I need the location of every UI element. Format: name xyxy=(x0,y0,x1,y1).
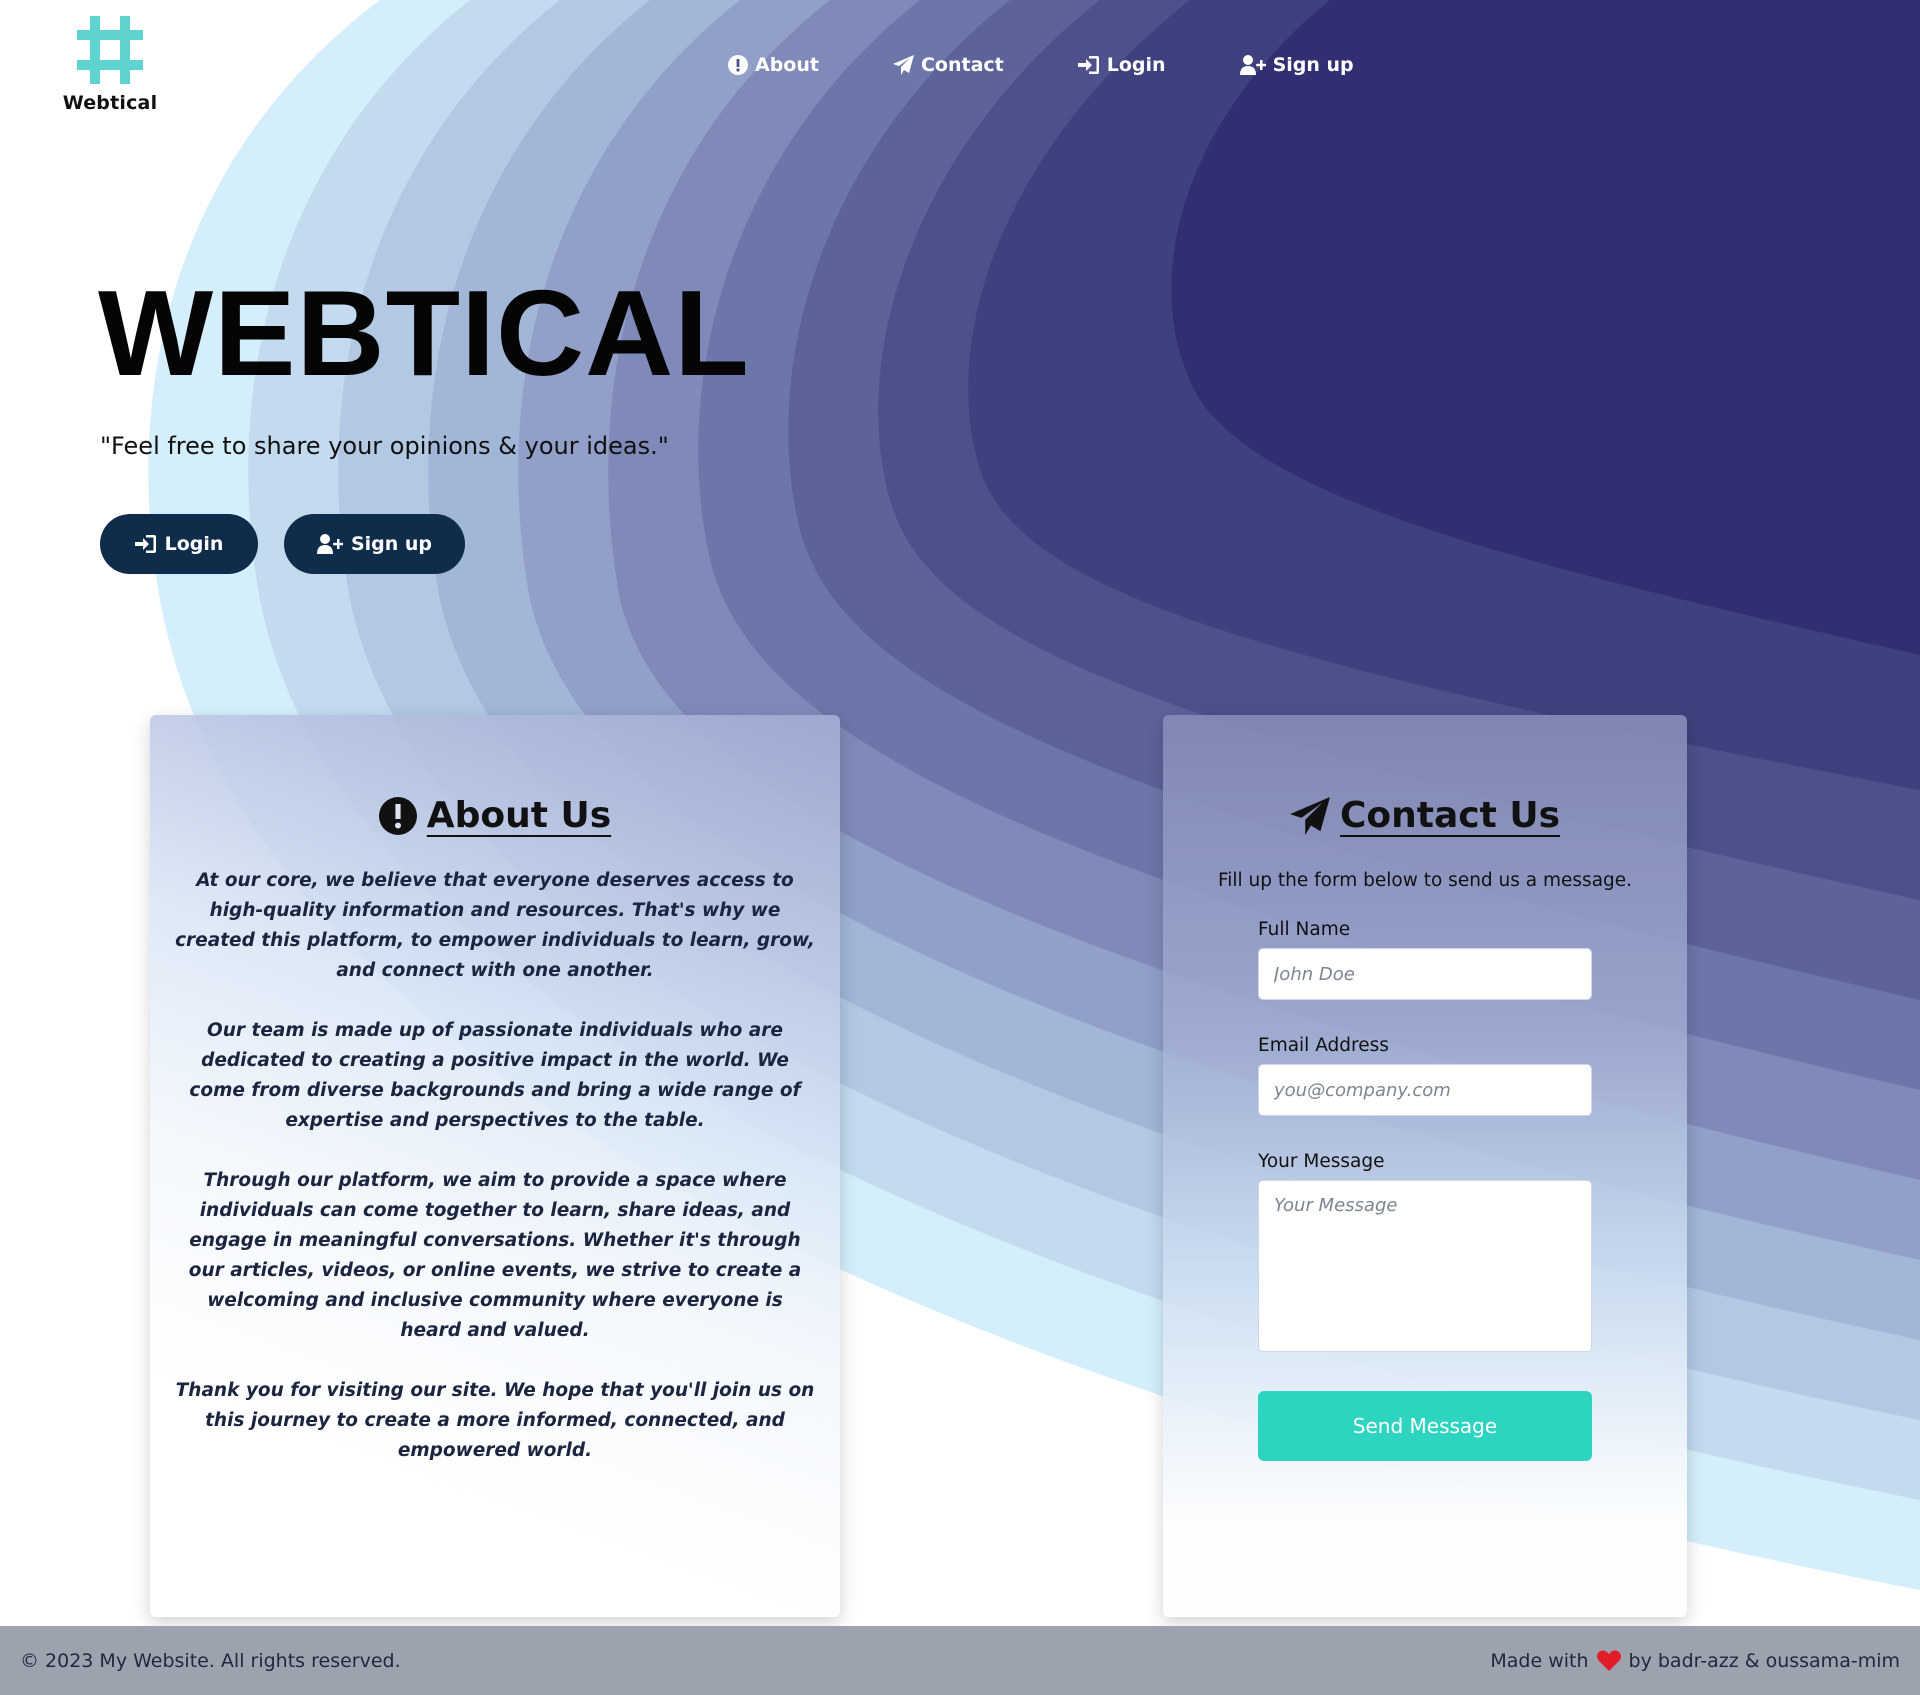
footer-credits: Made with by badr-azz & oussama-mim xyxy=(1490,1650,1900,1672)
paper-plane-icon xyxy=(1290,796,1330,835)
about-body: At our core, we believe that everyone de… xyxy=(150,866,840,1466)
full-name-label: Full Name xyxy=(1258,919,1351,940)
footer-copyright: © 2023 My Website. All rights reserved. xyxy=(20,1649,401,1672)
nav-login-label: Login xyxy=(1106,54,1166,76)
hero-signup-label: Sign up xyxy=(350,533,433,555)
message-label: Your Message xyxy=(1258,1151,1385,1172)
about-paragraph: At our core, we believe that everyone de… xyxy=(175,870,815,981)
user-plus-icon xyxy=(316,534,343,554)
about-title: About Us xyxy=(426,795,612,836)
footer-authors: by badr-azz & oussama-mim xyxy=(1628,1649,1900,1672)
logo-text: Webtical xyxy=(62,92,158,114)
exclamation-circle-icon xyxy=(728,55,748,75)
paper-plane-icon xyxy=(892,55,914,75)
exclamation-circle-icon xyxy=(378,796,417,835)
nav-about[interactable]: About xyxy=(728,54,819,76)
footer: © 2023 My Website. All rights reserved. … xyxy=(0,1626,1920,1695)
full-name-input[interactable] xyxy=(1258,948,1592,1000)
message-textarea[interactable] xyxy=(1258,1180,1592,1352)
about-paragraph: Our team is made up of passionate indivi… xyxy=(189,1020,801,1131)
nav-signup[interactable]: Sign up xyxy=(1239,54,1354,76)
hero-signup-button[interactable]: Sign up xyxy=(284,514,465,574)
nav-contact-label: Contact xyxy=(920,54,1004,76)
login-icon xyxy=(1077,56,1099,74)
footer-made-with: Made with xyxy=(1490,1649,1589,1672)
heart-icon xyxy=(1596,1650,1621,1671)
contact-title: Contact Us xyxy=(1339,795,1561,836)
nav-login[interactable]: Login xyxy=(1077,54,1166,76)
nav-about-label: About xyxy=(755,54,819,76)
nav-signup-label: Sign up xyxy=(1272,54,1354,76)
email-label: Email Address xyxy=(1258,1035,1389,1056)
contact-card: Contact Us Fill up the form below to sen… xyxy=(1163,715,1687,1617)
nav-contact[interactable]: Contact xyxy=(892,54,1004,76)
contact-subtitle: Fill up the form below to send us a mess… xyxy=(1217,870,1633,891)
send-message-button[interactable]: Send Message xyxy=(1258,1391,1592,1461)
hero-login-button[interactable]: Login xyxy=(100,514,258,574)
about-heading: About Us xyxy=(150,795,840,836)
hero-title: WEBTICAL xyxy=(98,265,750,401)
hash-logo-icon xyxy=(77,16,143,84)
login-icon xyxy=(134,535,156,553)
hero-quote: "Feel free to share your opinions & your… xyxy=(100,432,669,460)
top-nav: About Contact Login Sign up xyxy=(728,54,1354,76)
hero-login-label: Login xyxy=(164,533,224,555)
site-logo[interactable]: Webtical xyxy=(62,14,158,114)
about-paragraph: Through our platform, we aim to provide … xyxy=(188,1170,802,1341)
contact-heading: Contact Us xyxy=(1163,795,1687,836)
about-card: About Us At our core, we believe that ev… xyxy=(150,715,840,1617)
about-paragraph: Thank you for visiting our site. We hope… xyxy=(175,1380,815,1461)
user-plus-icon xyxy=(1239,55,1266,75)
contact-form: Full Name Email Address Your Message Sen… xyxy=(1163,919,1687,1461)
email-input[interactable] xyxy=(1258,1064,1592,1116)
